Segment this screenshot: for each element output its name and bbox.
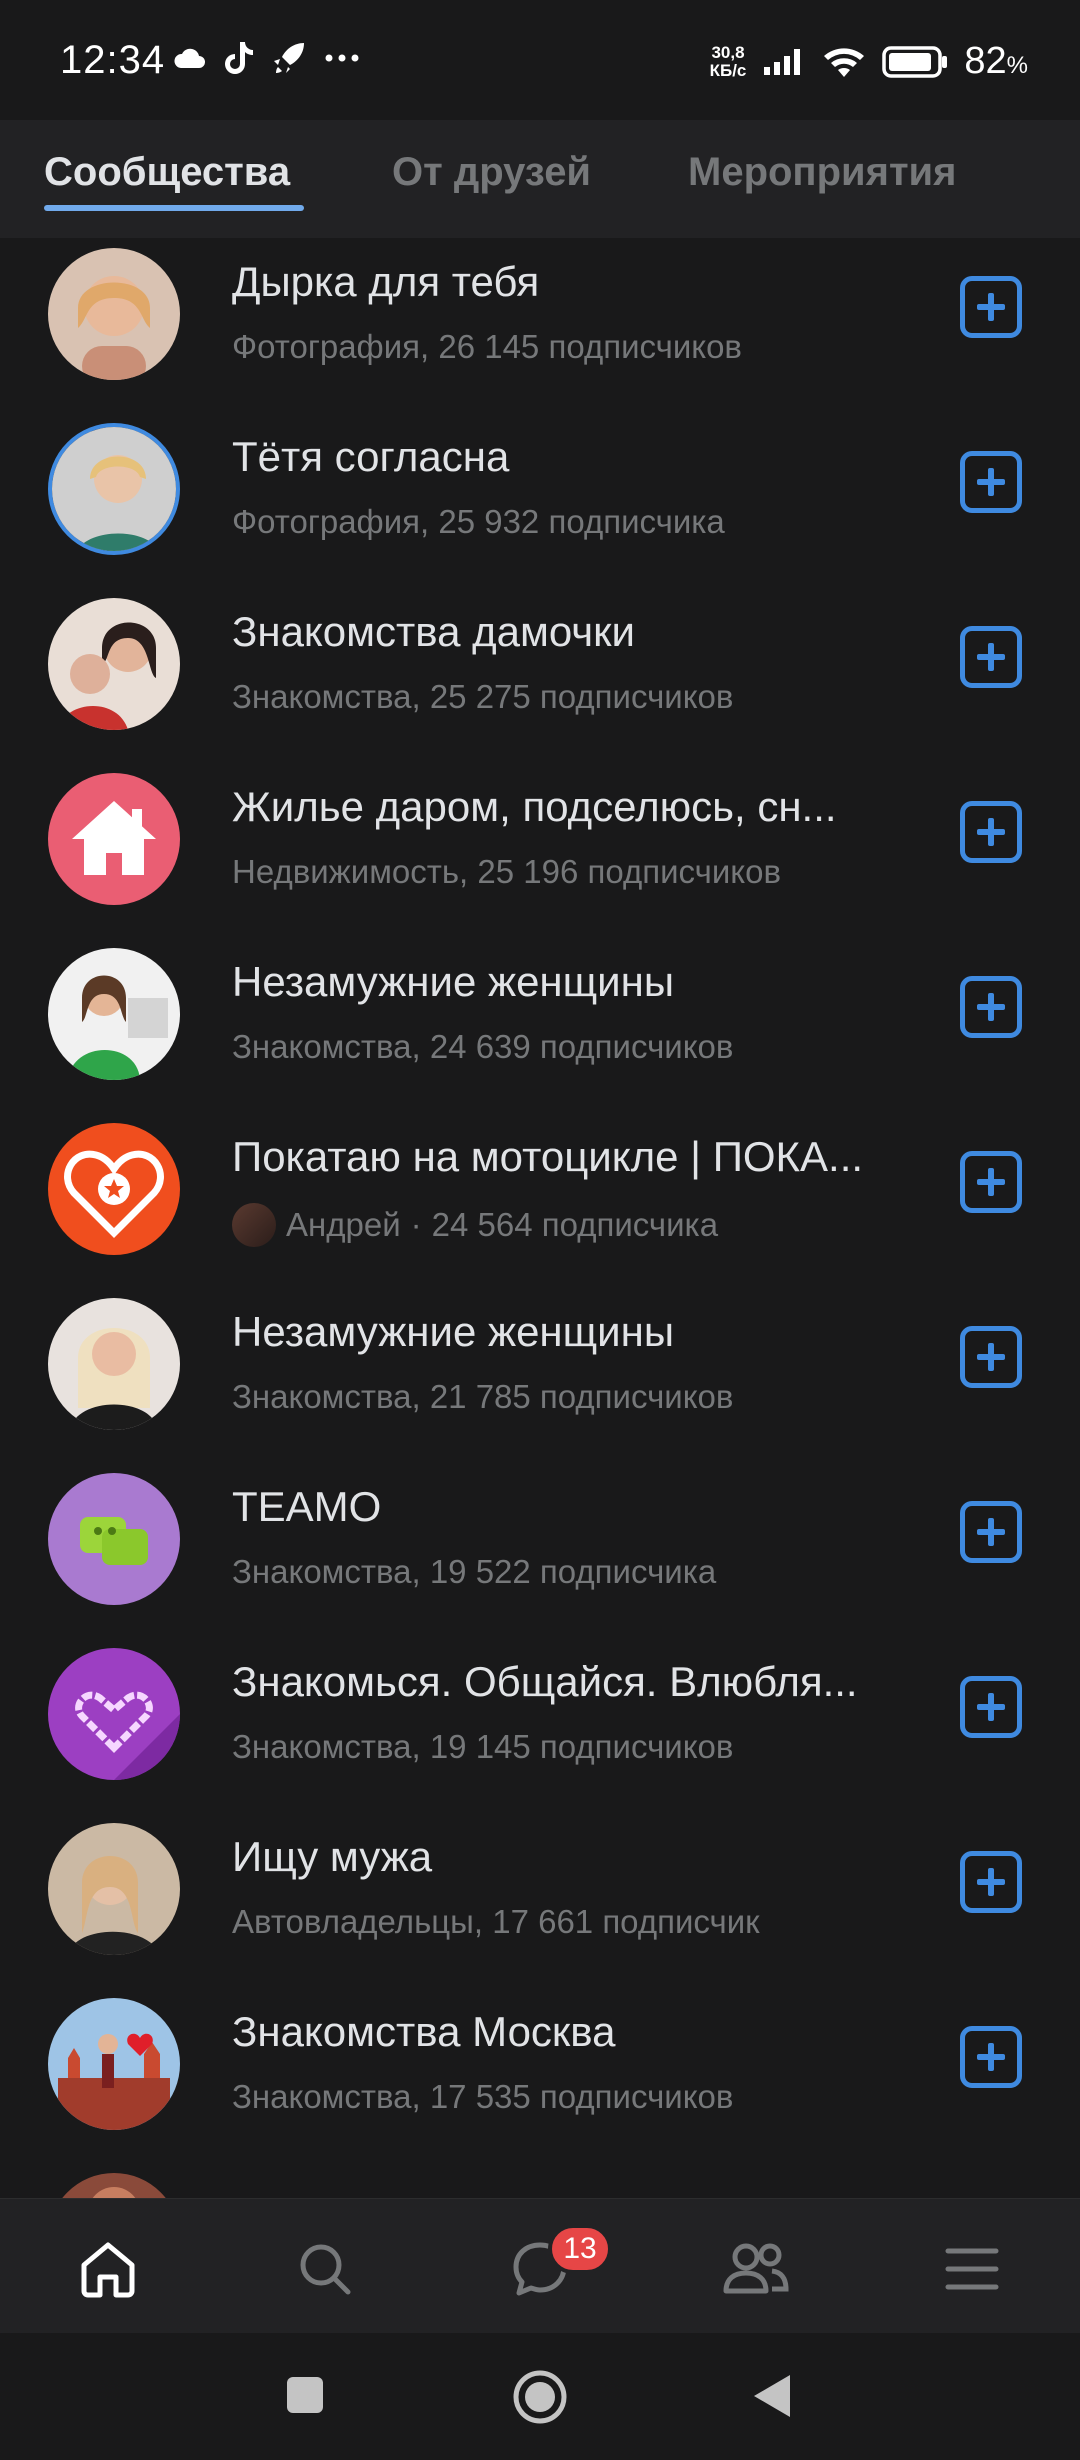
community-avatar <box>48 423 180 555</box>
rocket-icon <box>274 43 304 73</box>
community-subtitle: Знакомства, 17 535 подписчиков <box>232 2078 734 2115</box>
recent-apps-icon[interactable] <box>285 2375 325 2415</box>
add-community-button[interactable] <box>960 801 1022 863</box>
network-speed: 30,8 КБ/с <box>709 42 747 80</box>
list-item[interactable]: Тётя согласна Фотография, 25 932 подписч… <box>0 413 1080 588</box>
community-title: Ищу мужа <box>232 1833 433 1880</box>
community-title: TEAMO <box>232 1483 382 1530</box>
community-list[interactable]: Дырка для тебя Фотография, 26 145 подпис… <box>0 238 1080 2198</box>
community-title: Знакомства дамочки <box>232 608 635 655</box>
more-dots-icon <box>325 54 359 62</box>
tab-communities[interactable]: Сообщества <box>44 150 290 195</box>
home-icon[interactable] <box>68 2229 148 2309</box>
house-icon <box>48 773 180 905</box>
community-avatar <box>48 948 180 1080</box>
community-subtitle: Фотография, 25 932 подписчика <box>232 503 725 540</box>
add-community-button[interactable] <box>960 451 1022 513</box>
signal-icon <box>764 48 801 75</box>
list-item[interactable]: Ищу мужа Автовладельцы, 17 661 подписчик <box>0 1813 1080 1988</box>
community-subtitle: Андрей · 24 564 подписчика <box>232 1203 912 1247</box>
moscow-heart-avatar <box>48 1998 180 2130</box>
community-subtitle: Знакомства, 24 639 подписчиков <box>232 1028 734 1065</box>
friends-icon[interactable] <box>716 2229 796 2309</box>
community-avatar <box>48 598 180 730</box>
battery-percent: 82 <box>964 40 1007 82</box>
list-item[interactable]: TEAMO Знакомства, 19 522 подписчика <box>0 1463 1080 1638</box>
network-speed-unit: КБ/с <box>709 60 747 80</box>
network-speed-value: 30,8 <box>711 42 745 62</box>
list-item[interactable]: Дырка для тебя Фотография, 26 145 подпис… <box>0 238 1080 413</box>
add-community-button[interactable] <box>960 626 1022 688</box>
tab-events[interactable]: Мероприятия <box>688 150 956 195</box>
active-tab-indicator <box>44 205 304 211</box>
battery-unit: % <box>1006 52 1028 79</box>
notification-icons <box>172 40 360 76</box>
community-title: Знакомься. Общайся. Влюбля... <box>232 1658 858 1705</box>
list-item[interactable]: Незамужние женщины Знакомства, 21 785 по… <box>0 1288 1080 1463</box>
community-subtitle: Фотография, 26 145 подписчиков <box>232 328 742 365</box>
add-community-button[interactable] <box>960 976 1022 1038</box>
list-item[interactable]: Незамужние женщины Знакомства, 24 639 по… <box>0 938 1080 1113</box>
search-icon[interactable] <box>285 2229 365 2309</box>
community-avatar <box>48 1823 180 1955</box>
wifi-icon <box>824 47 865 77</box>
owner-avatar <box>232 1203 276 1247</box>
battery-level: 82% <box>964 40 1028 83</box>
heart-outline-logo <box>48 1648 180 1780</box>
community-subtitle: Знакомства, 25 275 подписчиков <box>232 678 734 715</box>
tiktok-icon <box>225 42 253 74</box>
community-subtitle: Недвижимость, 25 196 подписчиков <box>232 853 781 890</box>
bottom-navigation <box>0 2198 1080 2333</box>
community-avatar <box>48 1298 180 1430</box>
community-title: Тётя согласна <box>232 433 510 480</box>
community-subtitle: Автовладельцы, 17 661 подписчик <box>232 1903 760 1940</box>
add-community-button[interactable] <box>960 1151 1022 1213</box>
add-community-button[interactable] <box>960 2026 1022 2088</box>
home-circle-icon[interactable] <box>512 2369 568 2425</box>
community-subtitle: Знакомства, 19 522 подписчика <box>232 1553 717 1590</box>
community-avatar <box>48 248 180 380</box>
community-title: Незамужние женщины <box>232 958 675 1005</box>
add-community-button[interactable] <box>960 1676 1022 1738</box>
cloud-icon <box>174 48 205 68</box>
back-icon[interactable] <box>752 2373 792 2419</box>
add-community-button[interactable] <box>960 1851 1022 1913</box>
heart-star-logo <box>48 1123 180 1255</box>
community-title: Дырка для тебя <box>232 258 540 305</box>
subscriber-count: 24 564 подписчика <box>431 1206 719 1243</box>
list-item-partial[interactable] <box>0 2163 1080 2198</box>
separator-dot: · <box>410 1206 422 1243</box>
list-item[interactable]: Жилье даром, подселюсь, сн... Недвижимос… <box>0 763 1080 938</box>
add-community-button[interactable] <box>960 1326 1022 1388</box>
status-bar: 12:34 30,8 КБ/с 82% <box>0 0 1080 120</box>
messages-badge: 13 <box>548 2224 612 2274</box>
list-item[interactable]: Покатаю на мотоцикле | ПОКА... Андрей · … <box>0 1113 1080 1288</box>
owner-name: Андрей <box>286 1206 401 1243</box>
tab-bar: Сообщества От друзей Мероприятия <box>0 120 1080 238</box>
community-title: Жилье даром, подселюсь, сн... <box>232 783 837 830</box>
community-title: Знакомства Москва <box>232 2008 616 2055</box>
list-item[interactable]: Знакомься. Общайся. Влюбля... Знакомства… <box>0 1638 1080 1813</box>
list-item[interactable]: Знакомства дамочки Знакомства, 25 275 по… <box>0 588 1080 763</box>
battery-icon <box>882 45 948 78</box>
system-navigation-bar <box>0 2333 1080 2460</box>
teamo-logo <box>48 1473 180 1605</box>
tab-from-friends[interactable]: От друзей <box>392 150 591 195</box>
community-avatar <box>48 2173 180 2198</box>
status-time: 12:34 <box>60 38 166 82</box>
add-community-button[interactable] <box>960 276 1022 338</box>
menu-icon[interactable] <box>932 2229 1012 2309</box>
community-subtitle: Знакомства, 21 785 подписчиков <box>232 1378 734 1415</box>
add-community-button[interactable] <box>960 1501 1022 1563</box>
community-title: Покатаю на мотоцикле | ПОКА... <box>232 1133 864 1180</box>
community-subtitle: Знакомства, 19 145 подписчиков <box>232 1728 734 1765</box>
list-item[interactable]: Знакомства Москва Знакомства, 17 535 под… <box>0 1988 1080 2163</box>
community-title: Незамужние женщины <box>232 1308 675 1355</box>
